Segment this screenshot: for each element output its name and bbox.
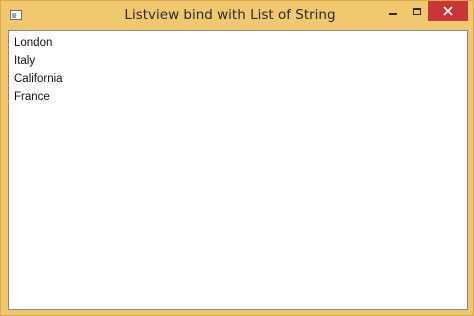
minimize-icon [389,13,397,15]
app-window: Listview bind with List of String London… [0,0,474,316]
list-view[interactable]: London Italy California France [8,30,468,310]
list-item-italy[interactable]: Italy [9,52,467,70]
list-item-france[interactable]: France [9,88,467,106]
list-item-london[interactable]: London [9,34,467,52]
maximize-icon [413,7,421,15]
maximize-button[interactable] [406,1,428,21]
close-button[interactable] [428,1,468,21]
minimize-button[interactable] [382,1,404,21]
list-item-california[interactable]: California [9,70,467,88]
window-title-text: Listview bind with List of String [124,7,336,23]
close-icon [443,6,453,16]
title-bar[interactable]: Listview bind with List of String [1,1,473,30]
